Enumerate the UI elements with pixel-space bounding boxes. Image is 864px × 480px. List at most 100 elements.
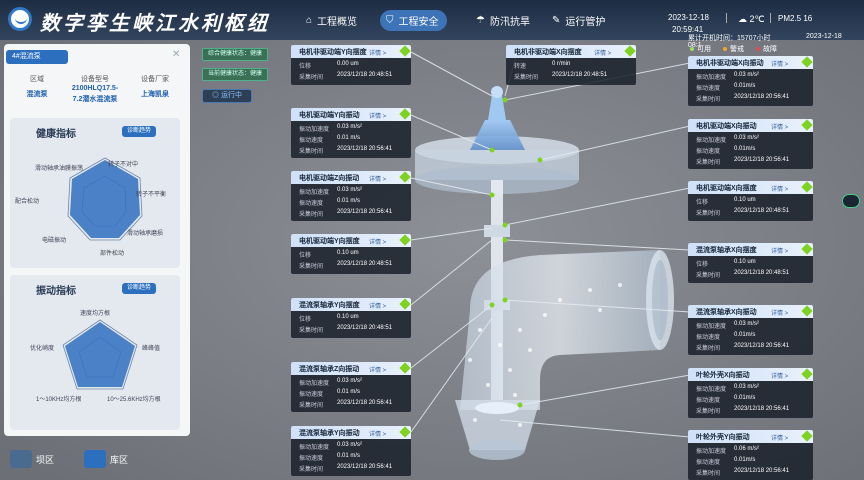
divider xyxy=(770,13,771,23)
app-title: 数字孪生峡江水利枢纽 xyxy=(40,13,270,35)
sensor-row-value: 2023/12/18 20:56:41 xyxy=(734,94,790,100)
legend-label: 可用 xyxy=(697,46,711,53)
app-logo xyxy=(8,7,32,31)
sensor-row-label: 振动速度 xyxy=(299,138,324,144)
sensor-row-label: 振动加速度 xyxy=(299,190,330,196)
legend-label: 故障 xyxy=(763,46,777,53)
sensor-row-label: 位移 xyxy=(696,200,709,206)
sensor-row-label: 采集时间 xyxy=(696,346,721,352)
sensor-detail-link[interactable]: 详情 > xyxy=(771,246,788,255)
sensor-card[interactable]: 电机驱动端Z向振动 详情 > 振动加速度 0.03 m/s² 振动速度 0.01 m/s 采… xyxy=(291,171,411,221)
sensor-detail-link[interactable]: 详情 > xyxy=(771,433,788,442)
sensor-row-label: 采集时间 xyxy=(696,471,721,477)
info-value-maker: 上海凯泉 xyxy=(141,91,169,98)
nav-tab-label: 工程安全 xyxy=(398,17,439,28)
sensor-card[interactable]: 电机非驱动端Y向摆度 详情 > 位移 0.00 um 采集时间 2023/12/18 20… xyxy=(291,45,411,85)
sensor-detail-link[interactable]: 详情 > xyxy=(369,365,386,374)
home-icon: ⌂ xyxy=(306,15,313,26)
sensor-card[interactable]: 电机驱动端X向摆度 详情 > 位移 0.10 um 采集时间 2023/12/18 20:… xyxy=(688,181,813,221)
legend-dot xyxy=(756,47,760,52)
vibration-trend-button[interactable]: 诊断趋势 xyxy=(122,283,157,294)
legend-dot xyxy=(723,47,727,52)
sensor-card[interactable]: 混流泵轴承Z向振动 详情 > 振动加速度 0.03 m/s² 振动速度 0.01 m/s 采… xyxy=(291,362,411,412)
sensor-row-value: 0.01m/s xyxy=(734,395,756,401)
sensor-card[interactable]: 混流泵轴承Y向振动 详情 > 振动加速度 0.03 m/s² 振动速度 0.01 m/s 采… xyxy=(291,426,411,476)
runtime-date: 2023-12-18 xyxy=(806,33,842,40)
sensor-card-title: 叶轮外壳X向振动 xyxy=(696,372,750,379)
nav-tab-label: 防汛抗旱 xyxy=(489,17,530,28)
sensor-card-title: 电机驱动端Y向振动 xyxy=(299,112,360,119)
pump-tab[interactable]: 4#混流泵 xyxy=(6,50,68,64)
sensor-card[interactable]: 电机非驱动端X向摆度 详情 > 转速 0 r/min 采集时间 2023/12/18 20… xyxy=(506,45,636,85)
sensor-card-title: 叶轮外壳Y向振动 xyxy=(696,434,750,441)
reservoir-area-button[interactable]: 库区 xyxy=(84,448,128,470)
sensor-card[interactable]: 混流泵轴承Y向摆度 详情 > 位移 0.10 um 采集时间 2023/12/18 20:… xyxy=(291,298,411,338)
info-value-model-2: 7.2潜水混流泵 xyxy=(72,96,118,103)
nav-tab-label: 运行管护 xyxy=(565,17,606,28)
assistant-robot-icon[interactable] xyxy=(842,194,860,208)
nav-tab[interactable]: ☂ 防汛抗旱 xyxy=(470,10,538,31)
dam-area-button[interactable]: 坝区 xyxy=(10,448,54,470)
sensor-row-label: 采集时间 xyxy=(299,75,324,81)
sensor-row-label: 位移 xyxy=(299,64,312,70)
sensor-row-value: 0.03 m/s² xyxy=(337,378,363,384)
sensor-detail-link[interactable]: 详情 > xyxy=(771,184,788,193)
sensor-card[interactable]: 电机驱动端Y向摆度 详情 > 位移 0.10 um 采集时间 2023/12/18 20:… xyxy=(291,234,411,274)
sensor-row-value: 0.01 m/s xyxy=(337,453,361,459)
nav-tab[interactable]: ⌂ 工程概览 xyxy=(300,10,365,31)
legend-item: 警戒 xyxy=(723,44,744,54)
sensor-row-value: 0.10 um xyxy=(337,314,359,320)
sensor-card-title: 混流泵轴承Z向振动 xyxy=(299,366,360,373)
sensor-card[interactable]: 电机驱动端Y向振动 详情 > 振动加速度 0.03 m/s² 振动速度 0.01 m/s 采… xyxy=(291,108,411,158)
sensor-detail-link[interactable]: 详情 > xyxy=(771,308,788,317)
sensor-row-value: 2023/12/18 20:48:51 xyxy=(337,72,393,78)
sensor-card[interactable]: 电机驱动端X向振动 详情 > 振动加速度 0.03 m/s² 振动速度 0.01m/s 采集… xyxy=(688,119,813,169)
sensor-row-value: 2023/12/18 20:56:41 xyxy=(337,400,393,406)
sensor-row-label: 位移 xyxy=(299,317,312,323)
sensor-detail-link[interactable]: 详情 > xyxy=(369,48,386,57)
sensor-card[interactable]: 叶轮外壳Y向振动 详情 > 振动加速度 0.06 m/s² 振动速度 0.01m/s 采集时… xyxy=(688,430,813,480)
sensor-row-value: 2023/12/18 20:48:51 xyxy=(337,325,393,331)
health-trend-button[interactable]: 诊断趋势 xyxy=(122,126,157,137)
sensor-detail-link[interactable]: 详情 > xyxy=(369,111,386,120)
legend-dot xyxy=(690,47,694,52)
sensor-row-value: 0.01m/s xyxy=(734,83,756,89)
close-icon[interactable]: ✕ xyxy=(172,49,180,60)
composite-health-status: 综合健康状态：健康 xyxy=(202,48,269,61)
sensor-row-label: 采集时间 xyxy=(299,467,324,473)
sensor-row-label: 采集时间 xyxy=(696,211,721,217)
sensor-row-value: 0.10 um xyxy=(734,197,756,203)
sensor-detail-link[interactable]: 详情 > xyxy=(369,301,386,310)
nav-tab[interactable]: ✎ 运行管护 xyxy=(546,10,613,31)
sensor-card[interactable]: 混流泵轴承X向摆度 详情 > 位移 0.10 um 采集时间 2023/12/18 20:… xyxy=(688,243,813,283)
running-status-button[interactable]: ◎ 运行中 xyxy=(202,89,252,103)
sensor-row-value: 0.10 um xyxy=(337,250,359,256)
sensor-card[interactable]: 混流泵轴承X向振动 详情 > 振动加速度 0.03 m/s² 振动速度 0.01m/s 采集… xyxy=(688,305,813,355)
sensor-row-value: 0.03 m/s² xyxy=(734,135,760,141)
sensor-detail-link[interactable]: 详情 > xyxy=(369,174,386,183)
sensor-card-title: 电机非驱动端X向振动 xyxy=(696,60,764,67)
legend-label: 警戒 xyxy=(730,46,744,53)
sensor-detail-link[interactable]: 详情 > xyxy=(771,59,788,68)
sensor-row-label: 采集时间 xyxy=(696,97,721,103)
sensor-detail-link[interactable]: 详情 > xyxy=(594,48,611,57)
sensor-row-value: 0.01m/s xyxy=(734,146,756,152)
sensor-row-value: 2023/12/18 20:48:51 xyxy=(337,261,393,267)
info-label-area: 区域 xyxy=(30,76,44,83)
radar-label: 转子不平衡 xyxy=(136,192,167,198)
sensor-row-value: 0.01m/s xyxy=(734,457,756,463)
sensor-row-label: 振动速度 xyxy=(696,149,721,155)
sensor-detail-link[interactable]: 详情 > xyxy=(771,122,788,131)
sensor-row-value: 2023/12/18 20:56:41 xyxy=(734,343,790,349)
sensor-card[interactable]: 叶轮外壳X向振动 详情 > 振动加速度 0.03 m/s² 振动速度 0.01m/s 采集时… xyxy=(688,368,813,418)
sensor-row-label: 振动速度 xyxy=(696,86,721,92)
sensor-card[interactable]: 电机非驱动端X向振动 详情 > 振动加速度 0.03 m/s² 振动速度 0.01m/s 采… xyxy=(688,56,813,106)
sensor-detail-link[interactable]: 详情 > xyxy=(369,237,386,246)
sensor-row-value: 0.10 um xyxy=(734,259,756,265)
header-date: 2023-12-18 xyxy=(668,13,709,22)
sensor-card-title: 混流泵轴承Y向摆度 xyxy=(299,302,360,309)
nav-tab[interactable]: ⛉ 工程安全 xyxy=(380,10,447,31)
sensor-detail-link[interactable]: 详情 > xyxy=(369,429,386,438)
sensor-detail-link[interactable]: 详情 > xyxy=(771,371,788,380)
building-icon xyxy=(10,450,32,468)
